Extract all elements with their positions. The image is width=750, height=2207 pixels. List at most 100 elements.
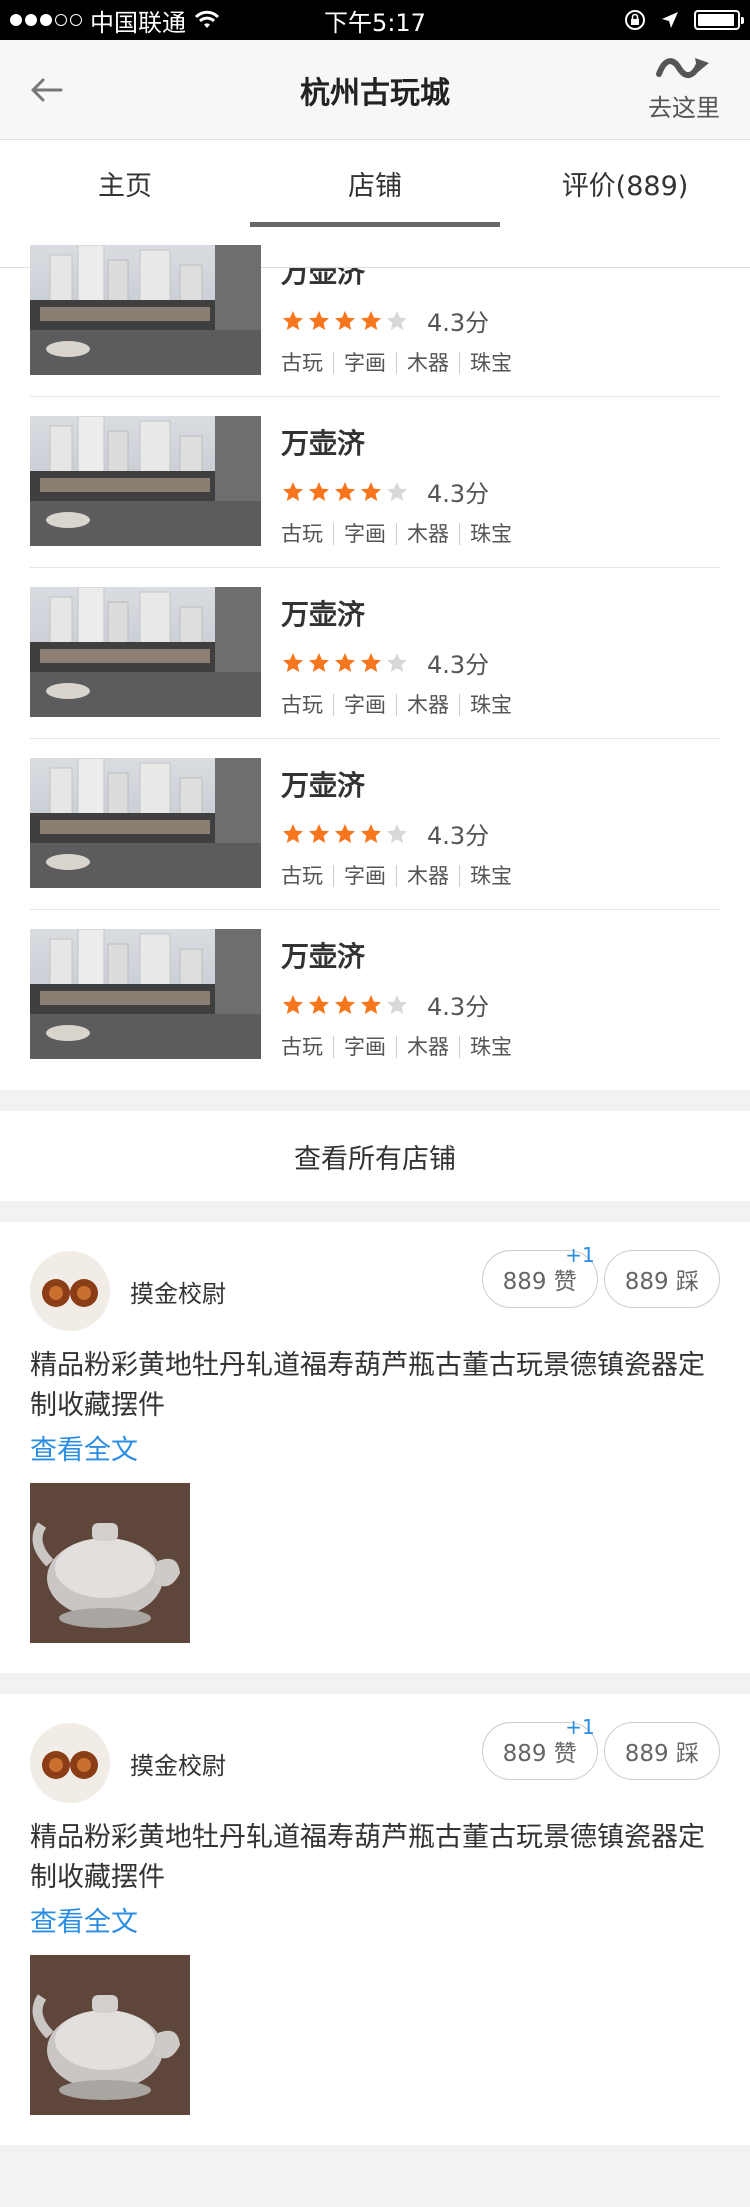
star-icon [309, 310, 329, 330]
review-username[interactable]: 摸金校尉 [130, 1746, 226, 1781]
like-button[interactable]: 889 赞 +1 [481, 1243, 598, 1308]
shop-tag: 字画 [333, 523, 396, 545]
star-icon [309, 481, 329, 501]
avatar[interactable] [30, 1251, 110, 1331]
star-rating [281, 993, 409, 1017]
review-image[interactable] [30, 1483, 190, 1643]
shop-tag: 珠宝 [459, 1036, 522, 1058]
star-icon [361, 652, 381, 672]
shop-tag: 木器 [396, 694, 459, 716]
shop-tag: 珠宝 [459, 352, 522, 374]
shop-score: 4.3分 [427, 309, 490, 337]
shop-thumbnail [30, 416, 261, 546]
review-title: 精品粉彩黄地牡丹轧道福寿葫芦瓶古董古玩景德镇瓷器定制收藏摆件 [30, 1350, 705, 1421]
shop-tag: 古玩 [281, 1035, 323, 1059]
review-image[interactable] [30, 1955, 190, 2115]
like-plus-badge: +1 [565, 1243, 595, 1267]
shop-score: 4.3分 [427, 822, 490, 850]
view-all-shops-button[interactable]: 查看所有店铺 [0, 1111, 750, 1201]
review-card: 摸金校尉 889 赞 +1 889 踩 精品粉彩黄地牡丹轧道福寿葫芦瓶古董古玩景… [0, 1694, 750, 2145]
review-username[interactable]: 摸金校尉 [130, 1274, 226, 1309]
star-rating [281, 309, 409, 333]
shop-tag: 古玩 [281, 351, 323, 375]
star-icon [283, 652, 303, 672]
shop-tags: 古玩 字画 木器 珠宝 [281, 1036, 522, 1058]
shop-tag: 木器 [396, 1036, 459, 1058]
shop-item[interactable]: 万壶济 4.3分 古玩 字画 木器 珠宝 [30, 739, 720, 910]
star-icon [283, 823, 303, 843]
shop-item[interactable]: 万壶济 4.3分 古玩 字画 木器 珠宝 [30, 397, 720, 568]
nav-bar: 杭州古玩城 去这里 [0, 40, 750, 140]
shop-thumbnail [30, 587, 261, 717]
review-card: 摸金校尉 889 赞 +1 889 踩 精品粉彩黄地牡丹轧道福寿葫芦瓶古董古玩景… [0, 1222, 750, 1673]
dislike-button[interactable]: 889 踩 [603, 1250, 720, 1308]
shop-tag: 字画 [333, 1036, 396, 1058]
star-icon [335, 310, 355, 330]
star-icon [361, 481, 381, 501]
like-button[interactable]: 889 赞 +1 [481, 1715, 598, 1780]
shop-tag: 古玩 [281, 693, 323, 717]
dislike-count: 889 踩 [624, 1741, 699, 1767]
star-icon [335, 823, 355, 843]
star-icon [335, 481, 355, 501]
star-icon [387, 310, 407, 330]
read-more-link[interactable]: 查看全文 [30, 1900, 720, 1939]
shop-score: 4.3分 [427, 480, 490, 508]
star-icon [387, 823, 407, 843]
shop-tag: 字画 [333, 865, 396, 887]
shop-score: 4.3分 [427, 993, 490, 1021]
star-icon [283, 994, 303, 1014]
dislike-button[interactable]: 889 踩 [603, 1722, 720, 1780]
location-arrow-icon [662, 12, 678, 28]
shop-item[interactable]: 万壶济 4.3分 古玩 字画 木器 珠宝 [30, 910, 720, 1090]
star-icon [283, 310, 303, 330]
star-rating [281, 651, 409, 675]
shop-tag: 字画 [333, 694, 396, 716]
shop-thumbnail [30, 929, 261, 1059]
star-icon [309, 823, 329, 843]
tab-home[interactable]: 主页 [0, 140, 250, 226]
rotation-lock-icon [625, 10, 645, 30]
star-icon [387, 994, 407, 1014]
like-count: 889 赞 [502, 1741, 577, 1767]
shop-name: 万壶济 [281, 427, 366, 460]
shop-name: 万壶济 [281, 598, 366, 631]
tab-shops[interactable]: 店铺 [250, 140, 500, 227]
shop-tag: 古玩 [281, 864, 323, 888]
review-list: 摸金校尉 889 赞 +1 889 踩 精品粉彩黄地牡丹轧道福寿葫芦瓶古董古玩景… [0, 1222, 750, 2145]
shop-name: 万壶济 [281, 769, 366, 802]
shop-tags: 古玩 字画 木器 珠宝 [281, 523, 522, 545]
shop-item[interactable]: 万壶济 4.3分 古玩 字画 木器 珠宝 [30, 568, 720, 739]
battery-icon [694, 10, 744, 30]
shop-tags: 古玩 字画 木器 珠宝 [281, 865, 522, 887]
shop-thumbnail [30, 758, 261, 888]
read-more-link[interactable]: 查看全文 [30, 1428, 720, 1467]
shop-tag: 珠宝 [459, 523, 522, 545]
avatar[interactable] [30, 1723, 110, 1803]
shop-tag: 字画 [333, 352, 396, 374]
star-icon [283, 481, 303, 501]
like-count: 889 赞 [502, 1269, 577, 1295]
star-rating [281, 480, 409, 504]
shop-tag: 木器 [396, 352, 459, 374]
goto-button[interactable]: 去这里 [644, 54, 724, 123]
page-title: 杭州古玩城 [300, 75, 450, 111]
route-icon [656, 58, 709, 78]
star-icon [387, 481, 407, 501]
star-icon [335, 652, 355, 672]
star-icon [335, 994, 355, 1014]
star-rating [281, 822, 409, 846]
shop-tag: 古玩 [281, 522, 323, 546]
goto-label: 去这里 [648, 94, 720, 122]
star-icon [387, 652, 407, 672]
shop-name: 万壶济 [281, 940, 366, 973]
shop-tags: 古玩 字画 木器 珠宝 [281, 352, 522, 374]
wifi-icon [194, 10, 220, 28]
shop-tag: 珠宝 [459, 865, 522, 887]
tab-reviews[interactable]: 评价(889) [500, 140, 750, 226]
shop-tag: 木器 [396, 865, 459, 887]
shop-list: 万壶济 4.3分 古玩 字画 木器 珠宝 万壶济 4.3分 古玩 字画 木器 珠… [0, 226, 750, 1090]
dislike-count: 889 踩 [624, 1269, 699, 1295]
star-icon [361, 823, 381, 843]
shop-thumbnail [30, 245, 261, 375]
